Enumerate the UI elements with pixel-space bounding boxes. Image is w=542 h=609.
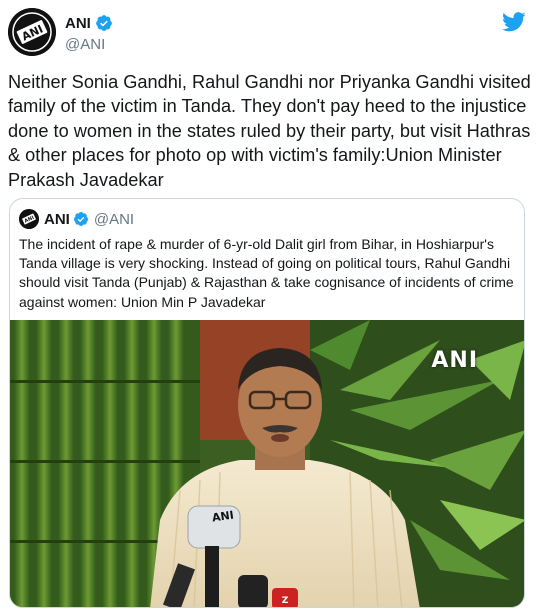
video-watermark: ANI (431, 348, 478, 373)
verified-badge-icon (73, 212, 88, 226)
quoted-tweet[interactable]: ANI ANI @ANI The incident of rape & murd… (9, 198, 525, 608)
verified-badge-icon (95, 15, 112, 31)
author-handle[interactable]: @ANI (65, 36, 113, 53)
author-avatar[interactable]: ANI (8, 8, 56, 56)
tweet-header: ANI ANI @ANI (8, 8, 532, 58)
quoted-tweet-header: ANI ANI @ANI (19, 209, 134, 229)
quoted-author-display-name: ANI (44, 210, 70, 228)
author-display-name[interactable]: ANI (65, 15, 91, 32)
quoted-author-avatar: ANI (19, 209, 39, 229)
quoted-author-handle: @ANI (93, 210, 135, 228)
svg-text:Z: Z (282, 596, 289, 606)
quoted-tweet-video[interactable]: Z ANI ANI (10, 320, 524, 607)
tweet-text: Neither Sonia Gandhi, Rahul Gandhi nor P… (8, 72, 531, 190)
twitter-bird-icon[interactable] (502, 12, 526, 32)
quoted-tweet-text: The incident of rape & murder of 6-yr-ol… (19, 236, 514, 310)
author-info: ANI @ANI (65, 13, 113, 53)
ani-logo-icon: ANI (19, 209, 39, 229)
ani-logo-icon: ANI (8, 8, 56, 56)
tweet-card: ANI ANI @ANI Neither Sonia Gandhi, Rahul… (0, 0, 542, 609)
